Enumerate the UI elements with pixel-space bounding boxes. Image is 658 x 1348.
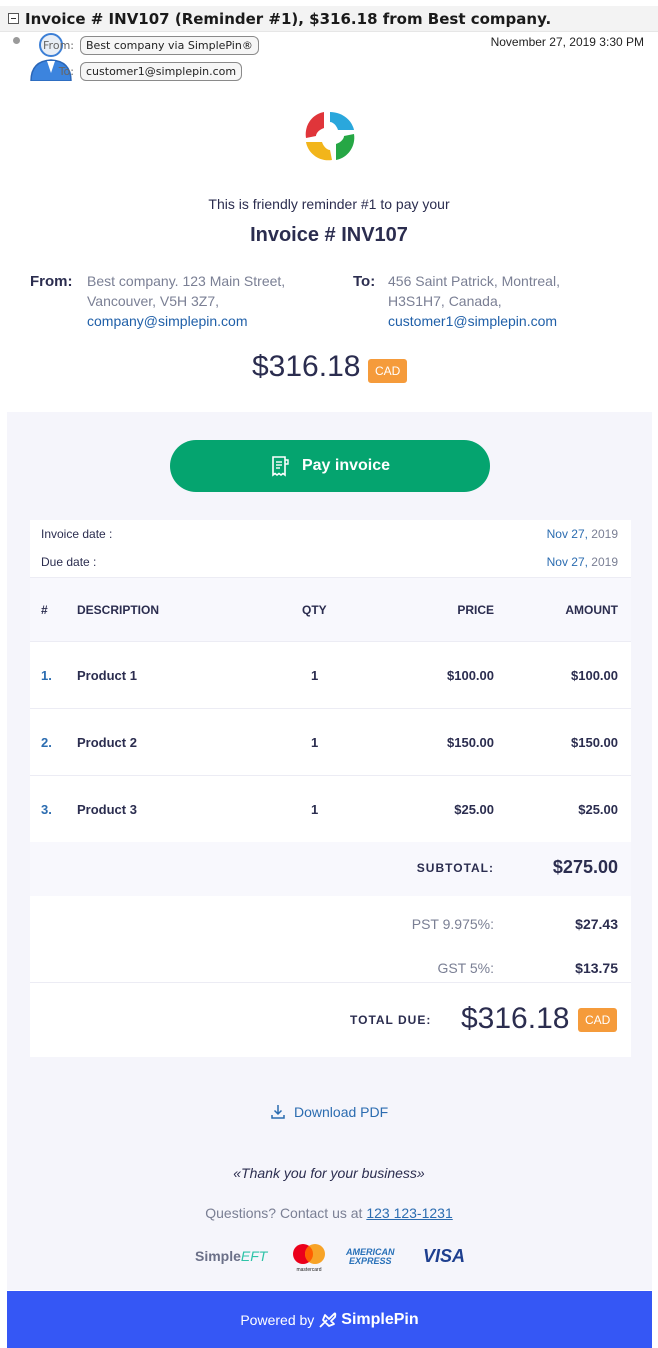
item-amount: $25.00 bbox=[578, 801, 618, 817]
unread-dot-icon bbox=[13, 37, 20, 44]
total-currency-badge: CAD bbox=[578, 1008, 618, 1032]
brand-name: SimplePin bbox=[341, 1310, 419, 1328]
to-label: To: bbox=[58, 65, 74, 78]
simplepin-logo-icon bbox=[319, 1312, 337, 1328]
download-icon bbox=[271, 1105, 285, 1119]
tax-value: $13.75 bbox=[575, 960, 618, 976]
item-price: $25.00 bbox=[454, 801, 494, 817]
invoice-date-label: Invoice date : bbox=[41, 527, 113, 541]
item-description: Product 1 bbox=[77, 667, 137, 683]
visa-logo: VISA bbox=[423, 1246, 466, 1266]
footer-bar: Powered by SimplePin bbox=[7, 1291, 652, 1348]
item-price: $150.00 bbox=[447, 734, 494, 750]
from-label: From: bbox=[43, 39, 74, 52]
mastercard-icon: mastercard bbox=[293, 1244, 325, 1272]
to-address-line: H3S1H7, Canada, bbox=[388, 293, 502, 309]
due-date-value: Nov 27, 2019 bbox=[547, 555, 618, 569]
item-amount: $100.00 bbox=[571, 667, 618, 683]
simple-text: Simple bbox=[195, 1248, 241, 1264]
invoice-title: Invoice # INV107 bbox=[250, 224, 408, 246]
subtotal-row: SUBTOTAL: $275.00 bbox=[30, 842, 631, 896]
column-header-description: DESCRIPTION bbox=[77, 602, 160, 617]
to-email-link[interactable]: customer1@simplepin.com bbox=[388, 311, 560, 331]
contact-line: Questions? Contact us at 123 123-1231 bbox=[0, 1205, 658, 1221]
column-header-amount: AMOUNT bbox=[565, 602, 618, 617]
item-price: $100.00 bbox=[447, 667, 494, 683]
divider bbox=[30, 982, 631, 983]
table-row: 2. Product 2 1 $150.00 $150.00 bbox=[30, 709, 631, 776]
collapse-icon[interactable] bbox=[8, 13, 19, 24]
item-description: Product 3 bbox=[77, 801, 137, 817]
eft-text: EFT bbox=[240, 1248, 268, 1264]
to-address: 456 Saint Patrick, Montreal, H3S1H7, Can… bbox=[388, 271, 560, 331]
to-address-line: 456 Saint Patrick, Montreal, bbox=[388, 273, 560, 289]
tax-value: $27.43 bbox=[575, 916, 618, 932]
payment-methods: SimpleEFT mastercard AMERICAN EXPRESS VIS… bbox=[190, 1238, 475, 1274]
currency-badge: CAD bbox=[368, 359, 408, 383]
simplepin-brand[interactable]: SimplePin bbox=[318, 1310, 419, 1329]
tax-label: PST 9.975%: bbox=[411, 916, 494, 932]
receipt-icon bbox=[272, 456, 289, 477]
subject-bar: Invoice # INV107 (Reminder #1), $316.18 … bbox=[0, 6, 658, 32]
invoice-card: Invoice date : Nov 27, 2019 Due date : N… bbox=[30, 520, 631, 1057]
tax-row: PST 9.975%: $27.43 bbox=[30, 903, 631, 943]
column-header-number: # bbox=[41, 602, 48, 617]
subtotal-value: $275.00 bbox=[552, 857, 618, 877]
to-pill[interactable]: customer1@simplepin.com bbox=[80, 62, 243, 81]
table-row: 3. Product 3 1 $25.00 $25.00 bbox=[30, 776, 631, 843]
download-pdf-label: Download PDF bbox=[294, 1104, 389, 1120]
invoice-date-year: 2019 bbox=[587, 527, 618, 541]
from-address: Best company. 123 Main Street, Vancouver… bbox=[87, 271, 285, 331]
pay-invoice-label: Pay invoice bbox=[301, 457, 391, 474]
email-subject: Invoice # INV107 (Reminder #1), $316.18 … bbox=[25, 9, 552, 28]
invoice-date-value: Nov 27, 2019 bbox=[547, 527, 618, 541]
to-row: To: customer1@simplepin.com bbox=[40, 62, 243, 81]
due-date-row: Due date : Nov 27, 2019 bbox=[30, 548, 631, 576]
company-logo-icon bbox=[305, 112, 355, 161]
invoice-date-row: Invoice date : Nov 27, 2019 bbox=[30, 520, 631, 548]
item-description: Product 2 bbox=[77, 734, 137, 750]
amex-line2: EXPRESS bbox=[348, 1256, 392, 1266]
due-date-md: Nov 27, bbox=[546, 555, 588, 569]
from-address-label: From: bbox=[30, 273, 73, 290]
item-number: 2. bbox=[41, 734, 52, 750]
column-header-qty: QTY bbox=[302, 602, 327, 617]
table-header: # DESCRIPTION QTY PRICE AMOUNT bbox=[30, 577, 631, 642]
from-address-line: Best company. 123 Main Street, bbox=[87, 273, 286, 289]
reminder-text: This is friendly reminder #1 to pay your bbox=[208, 196, 450, 212]
email-header: Invoice # INV107 (Reminder #1), $316.18 … bbox=[0, 0, 658, 100]
due-date-label: Due date : bbox=[41, 555, 97, 569]
table-row: 1. Product 1 1 $100.00 $100.00 bbox=[30, 642, 631, 709]
item-amount: $150.00 bbox=[571, 734, 618, 750]
invoice-date-md: Nov 27, bbox=[546, 527, 588, 541]
pay-invoice-button[interactable]: Pay invoice bbox=[170, 440, 490, 492]
amount-due: $316.18 bbox=[252, 350, 361, 383]
from-pill[interactable]: Best company via SimplePin® bbox=[80, 36, 259, 55]
from-email-link[interactable]: company@simplepin.com bbox=[87, 311, 285, 331]
item-number: 3. bbox=[41, 801, 52, 817]
phone-link[interactable]: 123 123-1231 bbox=[366, 1205, 452, 1221]
simpleeft-logo: SimpleEFT bbox=[195, 1248, 267, 1264]
to-address-label: To: bbox=[353, 273, 376, 290]
item-number: 1. bbox=[41, 667, 52, 683]
powered-by-text: Powered by bbox=[240, 1311, 315, 1328]
subtotal-label: SUBTOTAL: bbox=[416, 861, 494, 875]
thank-you-text: «Thank you for your business» bbox=[233, 1165, 425, 1181]
mastercard-text: mastercard bbox=[296, 1267, 321, 1272]
amex-logo: AMERICAN EXPRESS bbox=[346, 1248, 395, 1266]
tax-row: GST 5%: $13.75 bbox=[30, 947, 631, 987]
total-due-value: $316.18 bbox=[461, 1002, 570, 1035]
item-qty: 1 bbox=[311, 734, 319, 750]
contact-prefix: Questions? Contact us at bbox=[205, 1205, 367, 1221]
tax-label: GST 5%: bbox=[437, 960, 494, 976]
from-address-line: Vancouver, V5H 3Z7, bbox=[87, 293, 220, 309]
download-pdf-link[interactable]: Download PDF bbox=[270, 1104, 388, 1120]
column-header-price: PRICE bbox=[457, 602, 494, 617]
due-date-year: 2019 bbox=[587, 555, 618, 569]
item-qty: 1 bbox=[311, 667, 319, 683]
total-due-label: TOTAL DUE: bbox=[350, 1013, 432, 1027]
from-row: From: Best company via SimplePin® bbox=[40, 36, 259, 55]
email-date: November 27, 2019 3:30 PM bbox=[490, 35, 644, 49]
item-qty: 1 bbox=[311, 801, 319, 817]
